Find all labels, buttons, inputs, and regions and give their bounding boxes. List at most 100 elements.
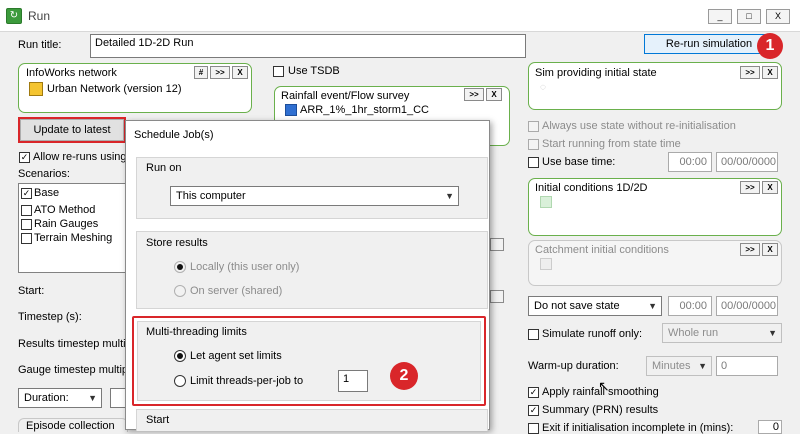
rainfall-icon (285, 104, 297, 116)
sim-state-placeholder-icon: ◌ (540, 82, 546, 93)
chevron-down-icon: ▼ (698, 361, 707, 371)
initial-conditions-label: Initial conditions 1D/2D (535, 182, 648, 194)
use-base-time-label: Use base time: (542, 156, 616, 168)
rerun-simulation-button[interactable]: Re-run simulation (644, 34, 774, 54)
start-running-checkbox[interactable] (528, 139, 539, 150)
minimize-button[interactable]: _ (708, 9, 732, 24)
title-bar: ↻ Run _ □ X (0, 0, 800, 32)
simulate-runoff-label: Simulate runoff only: (542, 328, 643, 340)
step-badge-1: 1 (757, 33, 783, 59)
store-results-label: Store results (146, 237, 208, 249)
scenario-item: ATO Method (34, 204, 96, 216)
simulate-runoff-select-value: Whole run (668, 327, 719, 339)
store-server-radio[interactable] (174, 285, 186, 297)
infoworks-network-label: InfoWorks network (26, 67, 117, 79)
run-on-select-value: This computer (176, 190, 246, 202)
rainfall-clear-button[interactable]: X (486, 88, 502, 101)
warmup-value-input[interactable]: 0 (716, 356, 778, 376)
initial-conditions-clear-button[interactable]: X (762, 181, 778, 194)
scenario-terrain-checkbox[interactable] (21, 233, 32, 244)
catchment-placeholder-icon (540, 258, 552, 270)
rainfall-event-label: Rainfall event/Flow survey (281, 90, 410, 102)
allow-reruns-label: Allow re-runs using (33, 151, 127, 163)
apply-rainfall-smoothing-checkbox[interactable]: ✓ (528, 387, 539, 398)
initial-conditions-browse-button[interactable]: >> (740, 181, 760, 194)
run-title-input[interactable]: Detailed 1D-2D Run (90, 34, 526, 58)
always-use-state-checkbox[interactable] (528, 121, 539, 132)
summary-prn-checkbox[interactable]: ✓ (528, 405, 539, 416)
use-tsdb-label: Use TSDB (288, 65, 340, 77)
duration-select[interactable]: Duration: ▼ (18, 388, 102, 408)
hidden-browse-button[interactable] (490, 238, 504, 251)
network-item[interactable]: Urban Network (version 12) (47, 83, 182, 95)
run-on-select[interactable]: This computer ▼ (170, 186, 459, 206)
chevron-down-icon: ▼ (445, 191, 454, 201)
sim-state-clear-button[interactable]: X (762, 66, 778, 79)
results-timestep-label: Results timestep multip (18, 338, 132, 350)
exit-init-input[interactable]: 0 (758, 420, 782, 434)
store-server-label: On server (shared) (190, 285, 283, 297)
limit-threads-radio[interactable] (174, 375, 186, 387)
maximize-button[interactable]: □ (737, 9, 761, 24)
exit-init-checkbox[interactable] (528, 423, 539, 434)
sim-initial-state-label: Sim providing initial state (535, 67, 657, 79)
use-tsdb-checkbox[interactable] (273, 66, 284, 77)
warmup-unit-select[interactable]: Minutes ▼ (646, 356, 712, 376)
always-use-state-label: Always use state without re-initialisati… (542, 120, 736, 132)
close-button[interactable]: X (766, 9, 790, 24)
threading-label: Multi-threading limits (146, 326, 247, 338)
save-state-time-input[interactable]: 00:00 (668, 296, 712, 316)
allow-reruns-checkbox[interactable]: ✓ (19, 152, 30, 163)
exit-init-label: Exit if initialisation incomplete in (mi… (542, 422, 734, 434)
timestep-label: Timestep (s): (18, 311, 82, 323)
network-hash-button[interactable]: # (194, 66, 208, 79)
episode-collection-label: Episode collection (26, 420, 115, 432)
warmup-unit-select-value: Minutes (652, 360, 691, 372)
network-browse-button[interactable]: >> (210, 66, 230, 79)
start-group (136, 409, 488, 431)
agent-limits-radio[interactable] (174, 350, 186, 362)
save-state-date-input[interactable]: 00/00/0000 (716, 296, 778, 316)
scenario-raingauges-checkbox[interactable] (21, 219, 32, 230)
start-label: Start: (18, 285, 45, 297)
scenario-item: Rain Gauges (34, 218, 99, 230)
store-locally-label: Locally (this user only) (190, 261, 300, 273)
scenario-item: Base (34, 187, 60, 199)
run-on-label: Run on (146, 162, 182, 174)
scenario-ato-checkbox[interactable] (21, 205, 32, 216)
dialog-start-label: Start (146, 414, 170, 426)
chevron-down-icon: ▼ (648, 301, 657, 311)
warmup-label: Warm-up duration: (528, 360, 619, 372)
run-app-icon: ↻ (6, 8, 22, 24)
rainfall-browse-button[interactable]: >> (464, 88, 484, 101)
run-title-label: Run title: (18, 39, 62, 51)
network-clear-button[interactable]: X (232, 66, 248, 79)
catchment-browse-button[interactable]: >> (740, 243, 760, 256)
sim-state-browse-button[interactable]: >> (740, 66, 760, 79)
scenario-base-checkbox[interactable]: ✓ (21, 188, 32, 199)
hidden-browse-button-2[interactable] (490, 290, 504, 303)
simulate-runoff-select[interactable]: Whole run ▼ (662, 323, 782, 343)
simulate-runoff-checkbox[interactable] (528, 329, 539, 340)
gauge-timestep-label: Gauge timestep multip (18, 364, 129, 376)
use-base-time-checkbox[interactable] (528, 157, 539, 168)
base-date-input[interactable]: 00/00/0000 (716, 152, 778, 172)
step-badge-2: 2 (390, 362, 418, 390)
catchment-clear-button[interactable]: X (762, 243, 778, 256)
catchment-initial-label: Catchment initial conditions (535, 244, 669, 256)
initial-conditions-placeholder-icon (540, 196, 552, 208)
limit-threads-label: Limit threads-per-job to (190, 375, 304, 387)
save-state-select-value: Do not save state (534, 300, 620, 312)
scenario-item: Terrain Meshing (34, 232, 113, 244)
schedule-jobs-dialog: Schedule Job(s) Run on This computer ▼ St… (125, 120, 490, 431)
store-locally-radio[interactable] (174, 261, 186, 273)
threads-input[interactable]: 1 (338, 370, 368, 392)
mouse-cursor-icon: ↖ (598, 378, 610, 394)
rainfall-item[interactable]: ARR_1%_1hr_storm1_CC (300, 104, 429, 116)
agent-limits-label: Let agent set limits (190, 350, 282, 362)
base-time-input[interactable]: 00:00 (668, 152, 712, 172)
update-to-latest-button[interactable]: Update to latest (18, 117, 126, 143)
chevron-down-icon: ▼ (88, 393, 97, 403)
chevron-down-icon: ▼ (768, 328, 777, 338)
save-state-select[interactable]: Do not save state ▼ (528, 296, 662, 316)
